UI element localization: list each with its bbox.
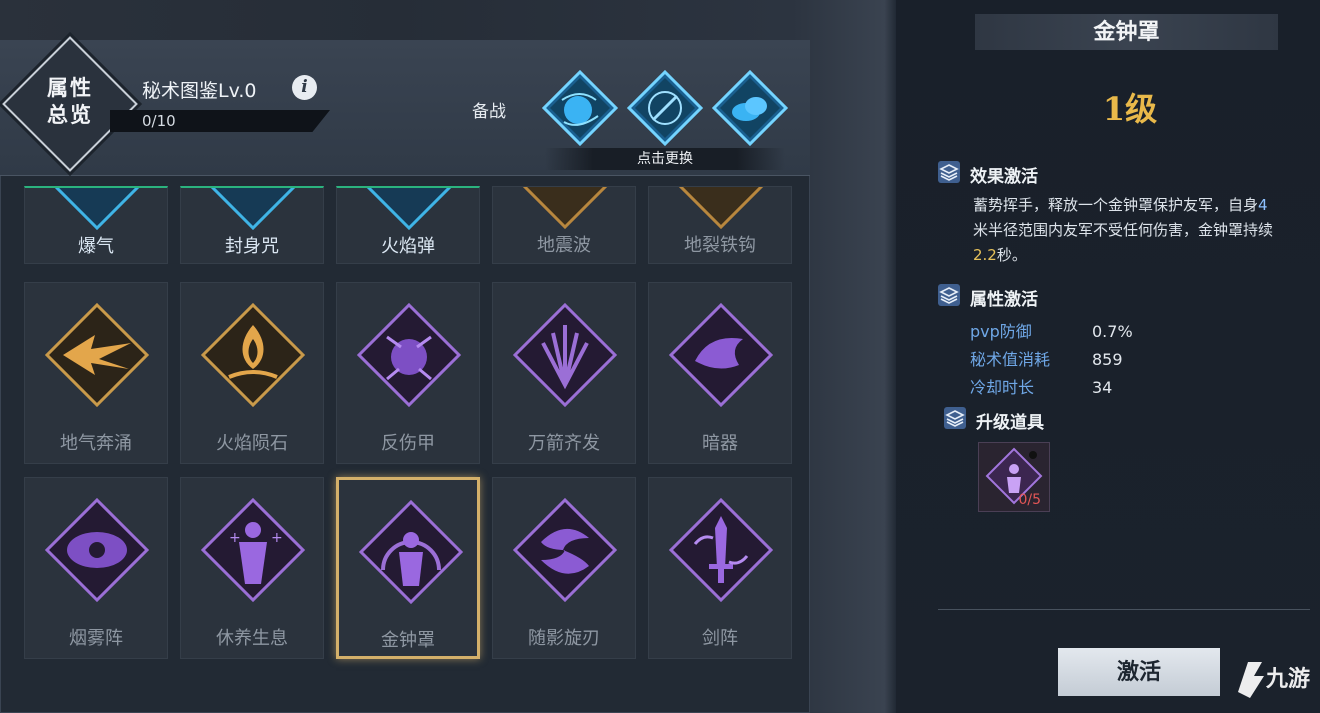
- layers-icon: [938, 284, 960, 306]
- divider: [938, 609, 1310, 610]
- skill-name: 火焰陨石: [216, 433, 288, 454]
- svg-text:+: +: [271, 530, 283, 546]
- skill-name: 反伤甲: [381, 433, 435, 454]
- skill-tile-fengshenzhou[interactable]: 封身咒: [180, 186, 324, 264]
- purple-swirl-icon: [513, 498, 617, 602]
- upgrade-item-slot[interactable]: 0/5: [978, 442, 1050, 512]
- upgrade-item-count: 0/5: [1018, 492, 1041, 508]
- purple-figure-icon: + +: [201, 498, 305, 602]
- site-logo-watermark: 九游: [1232, 652, 1320, 702]
- skill-tile-dilietiegou[interactable]: 地裂铁钩: [648, 186, 792, 264]
- blue-skill-icon: [366, 188, 452, 230]
- blue-skill-icon: [210, 188, 296, 230]
- attribute-row: pvp防御 0.7%: [970, 318, 1133, 342]
- purple-eye-icon: [45, 498, 149, 602]
- skill-level: 1级: [1102, 90, 1158, 128]
- skill-name: 烟雾阵: [69, 628, 123, 649]
- standby-label: 备战: [472, 102, 506, 122]
- purple-bell-icon: [359, 500, 463, 604]
- skill-name: 休养生息: [216, 628, 288, 649]
- skill-name: 爆气: [78, 236, 114, 257]
- skill-tile-huoyandan[interactable]: 火焰弹: [336, 186, 480, 264]
- gold-arrow-icon: [45, 303, 149, 407]
- skill-name: 封身咒: [225, 236, 279, 257]
- activate-button[interactable]: 激活: [1058, 648, 1220, 696]
- skill-name: 火焰弹: [381, 236, 435, 257]
- skill-tile-huoyanyunshi[interactable]: 火焰陨石: [180, 282, 324, 464]
- attribute-name: 冷却时长: [970, 378, 1035, 397]
- standby-slot-1[interactable]: [541, 69, 619, 147]
- purple-arrows-icon: [513, 303, 617, 407]
- skill-name: 金钟罩: [381, 630, 435, 651]
- purple-vortex-icon: [669, 303, 773, 407]
- skill-tile-fanshangjia[interactable]: 反伤甲: [336, 282, 480, 464]
- standby-slot-2[interactable]: [626, 69, 704, 147]
- layers-icon: [938, 161, 960, 183]
- skill-name: 地震波: [537, 235, 591, 256]
- gold-skill-icon: [522, 187, 608, 229]
- attribute-row: 冷却时长 34: [970, 374, 1112, 398]
- skill-name: 暗器: [702, 433, 738, 454]
- attribute-value: 34: [1092, 378, 1113, 397]
- skill-tile-baoqi[interactable]: 爆气: [24, 186, 168, 264]
- change-hint[interactable]: 点击更换: [545, 148, 785, 170]
- effect-header: 效果激活: [970, 167, 1038, 187]
- blue-seal-skill-icon: [626, 69, 704, 147]
- skill-tile-jinzhongzhao[interactable]: 金钟罩: [336, 477, 480, 659]
- svg-text:+: +: [229, 530, 241, 546]
- layers-icon: [944, 407, 966, 429]
- info-icon[interactable]: i: [292, 75, 317, 100]
- attribute-value: 859: [1092, 350, 1123, 369]
- standby-slot-3[interactable]: [711, 69, 789, 147]
- skill-tile-suiyingxuanren[interactable]: 随影旋刃: [492, 477, 636, 659]
- skill-name: 随影旋刃: [528, 628, 600, 649]
- attribute-row: 秘术值消耗 859: [970, 346, 1123, 370]
- skill-name: 万箭齐发: [528, 433, 600, 454]
- skill-tile-wanjianqifa[interactable]: 万箭齐发: [492, 282, 636, 464]
- attribute-name: pvp防御: [970, 322, 1032, 341]
- purple-orb-icon: [357, 303, 461, 407]
- codex-progress-text: 0/10: [142, 112, 176, 130]
- skill-tile-anqi[interactable]: 暗器: [648, 282, 792, 464]
- gold-flame-icon: [201, 303, 305, 407]
- attribute-value: 0.7%: [1092, 322, 1133, 341]
- skill-name: 剑阵: [702, 628, 738, 649]
- codex-title: 秘术图鉴Lv.0: [142, 80, 257, 102]
- purple-sword-icon: [669, 498, 773, 602]
- skill-name: 地气奔涌: [60, 433, 132, 454]
- gold-skill-icon: [678, 187, 764, 229]
- blue-cloud-skill-icon: [711, 69, 789, 147]
- skill-tile-yanwuzhen[interactable]: 烟雾阵: [24, 477, 168, 659]
- attribute-header: 属性激活: [970, 290, 1038, 310]
- attribute-overview-label: 属性 总览: [47, 75, 93, 127]
- skill-tile-xiuyangshengxi[interactable]: + + 休养生息: [180, 477, 324, 659]
- blue-orb-skill-icon: [541, 69, 619, 147]
- blue-skill-icon: [54, 188, 140, 230]
- effect-description: 蓄势挥手，释放一个金钟罩保护友军，自身4米半径范围内友军不受任何伤害，金钟罩持续…: [973, 196, 1274, 264]
- skill-tile-diqibenyong[interactable]: 地气奔涌: [24, 282, 168, 464]
- skill-detail-title: 金钟罩: [975, 14, 1278, 50]
- upgrade-header: 升级道具: [976, 413, 1044, 433]
- attribute-name: 秘术值消耗: [970, 350, 1051, 369]
- skill-tile-dizhenbo[interactable]: 地震波: [492, 186, 636, 264]
- svg-text:九游: 九游: [1265, 666, 1310, 692]
- skill-name: 地裂铁钩: [684, 235, 756, 256]
- skill-tile-jianzhen[interactable]: 剑阵: [648, 477, 792, 659]
